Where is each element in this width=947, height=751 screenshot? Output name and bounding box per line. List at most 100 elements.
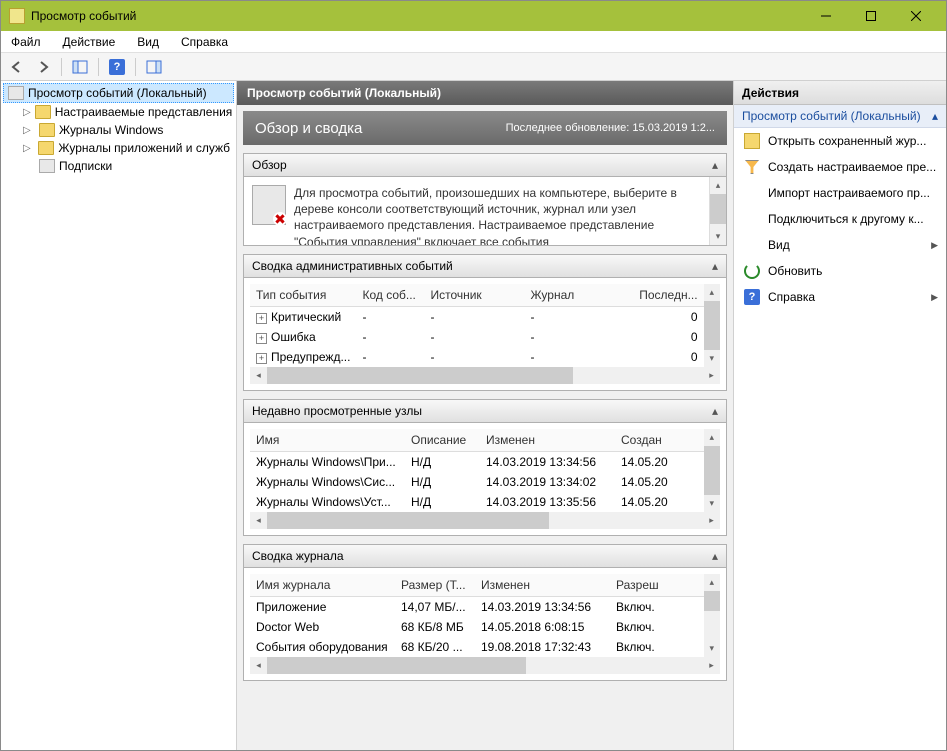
window-title: Просмотр событий [31,9,803,23]
horizontal-scrollbar[interactable]: ◂▸ [250,512,720,529]
col-event-type[interactable]: Тип события [250,284,356,307]
section-title: Недавно просмотренные узлы [252,404,422,418]
main-area: Просмотр событий (Локальный) ▷ Настраива… [1,81,946,750]
tree-item-custom-views[interactable]: ▷ Настраиваемые представления [3,103,234,121]
col-log-name[interactable]: Имя журнала [250,574,395,597]
subscription-icon [39,159,55,173]
table-row[interactable]: Doctor Web68 КБ/8 МБ14.05.2018 6:08:15Вк… [250,617,704,637]
action-open-saved-log[interactable]: Открыть сохраненный жур... [734,128,946,154]
vertical-scrollbar[interactable]: ▴▾ [704,284,720,367]
toolbar-separator [98,58,99,76]
section-title: Обзор [252,158,287,172]
col-enabled[interactable]: Разреш [610,574,704,597]
action-help[interactable]: ? Справка ▶ [734,284,946,310]
table-row[interactable]: Журналы Windows\Уст...Н/Д14.03.2019 13:3… [250,492,704,512]
table-row[interactable]: +Предупрежд...---0 [250,347,704,367]
table-row[interactable]: Приложение14,07 МБ/...14.03.2019 13:34:5… [250,597,704,618]
menu-view[interactable]: Вид [133,33,163,51]
vertical-scrollbar[interactable]: ▴▾ [704,429,720,512]
show-hide-actions-button[interactable] [142,56,166,78]
tree-item-label: Настраиваемые представления [55,105,233,119]
recent-nodes-table: Имя Описание Изменен Создан Журналы Wind… [250,429,704,512]
col-name[interactable]: Имя [250,429,405,452]
section-recent-nodes: Недавно просмотренные узлы ▴ Имя Описани… [243,399,727,536]
table-row[interactable]: Журналы Windows\Сис...Н/Д14.03.2019 13:3… [250,472,704,492]
actions-header: Действия [734,81,946,105]
section-head-recent[interactable]: Недавно просмотренные узлы ▴ [243,399,727,423]
collapse-icon: ▴ [712,259,718,273]
maximize-button[interactable] [848,2,893,31]
minimize-button[interactable] [803,2,848,31]
collapse-icon: ▴ [712,158,718,172]
toolbar-separator [135,58,136,76]
section-head-log[interactable]: Сводка журнала ▴ [243,544,727,568]
folder-icon [38,141,54,155]
tree-item-windows-logs[interactable]: ▷ Журналы Windows [3,121,234,139]
titlebar[interactable]: Просмотр событий [1,1,946,31]
blank-icon [744,211,760,227]
col-modified[interactable]: Изменен [480,429,615,452]
tree-root[interactable]: Просмотр событий (Локальный) [3,83,234,103]
section-head-admin[interactable]: Сводка административных событий ▴ [243,254,727,278]
col-modified[interactable]: Изменен [475,574,610,597]
col-size[interactable]: Размер (Т... [395,574,475,597]
action-connect-other[interactable]: Подключиться к другому к... [734,206,946,232]
col-desc[interactable]: Описание [405,429,480,452]
back-button[interactable] [5,56,29,78]
forward-button[interactable] [31,56,55,78]
col-source[interactable]: Источник [424,284,524,307]
tree-item-label: Журналы Windows [59,123,163,137]
menu-help[interactable]: Справка [177,33,232,51]
action-view[interactable]: Вид ▶ [734,232,946,258]
col-event-code[interactable]: Код соб... [356,284,424,307]
section-body-overview: Для просмотра событий, произошедших на к… [243,177,727,246]
action-import-custom-view[interactable]: Импорт настраиваемого пр... [734,180,946,206]
folder-open-icon [744,133,760,149]
col-log[interactable]: Журнал [524,284,604,307]
caret-icon: ▷ [23,107,31,118]
center-header: Просмотр событий (Локальный) [237,81,733,105]
section-title: Сводка журнала [252,549,344,563]
tree-item-subscriptions[interactable]: ▷ Подписки [3,157,234,175]
log-summary-table: Имя журнала Размер (Т... Изменен Разреш … [250,574,704,657]
section-title: Сводка административных событий [252,259,453,273]
filter-icon [744,159,760,175]
tree-item-label: Журналы приложений и служб [58,141,230,155]
admin-events-table: Тип события Код соб... Источник Журнал П… [250,284,704,367]
table-row[interactable]: +Критический---0 [250,307,704,328]
col-last[interactable]: Последн... [604,284,703,307]
horizontal-scrollbar[interactable]: ◂▸ [250,367,720,384]
col-created[interactable]: Создан [615,429,704,452]
expand-icon[interactable]: + [256,313,267,324]
action-create-custom-view[interactable]: Создать настраиваемое пре... [734,154,946,180]
table-row[interactable]: Журналы Windows\При...Н/Д14.03.2019 13:3… [250,452,704,473]
caret-icon: ▷ [23,143,34,154]
horizontal-scrollbar[interactable]: ◂▸ [250,657,720,674]
vertical-scrollbar[interactable]: ▴▾ [704,574,720,657]
actions-section-title[interactable]: Просмотр событий (Локальный) ▴ [734,105,946,128]
table-row[interactable]: События оборудования68 КБ/20 ...19.08.20… [250,637,704,657]
blank-icon [744,237,760,253]
section-body-recent: Имя Описание Изменен Создан Журналы Wind… [243,423,727,536]
menu-file[interactable]: Файл [7,33,45,51]
overview-text: Для просмотра событий, произошедших на к… [294,185,701,237]
tree-item-app-logs[interactable]: ▷ Журналы приложений и служб [3,139,234,157]
overview-title: Обзор и сводка [255,120,362,137]
vertical-scrollbar[interactable]: ▴▾ [709,177,726,245]
show-hide-tree-button[interactable] [68,56,92,78]
expand-icon[interactable]: + [256,333,267,344]
expand-icon[interactable]: + [256,353,267,364]
section-overview: Обзор ▴ Для просмотра событий, произошед… [243,153,727,246]
help-button[interactable]: ? [105,56,129,78]
close-button[interactable] [893,2,938,31]
section-body-admin: Тип события Код соб... Источник Журнал П… [243,278,727,391]
section-head-overview[interactable]: Обзор ▴ [243,153,727,177]
menu-action[interactable]: Действие [59,33,120,51]
collapse-icon: ▴ [712,549,718,563]
overview-header: Обзор и сводка Последнее обновление: 15.… [243,111,727,145]
app-icon [9,8,25,24]
center-panel: Просмотр событий (Локальный) Обзор и сво… [237,81,734,750]
event-viewer-icon [8,86,24,100]
table-row[interactable]: +Ошибка---0 [250,327,704,347]
action-refresh[interactable]: Обновить [734,258,946,284]
